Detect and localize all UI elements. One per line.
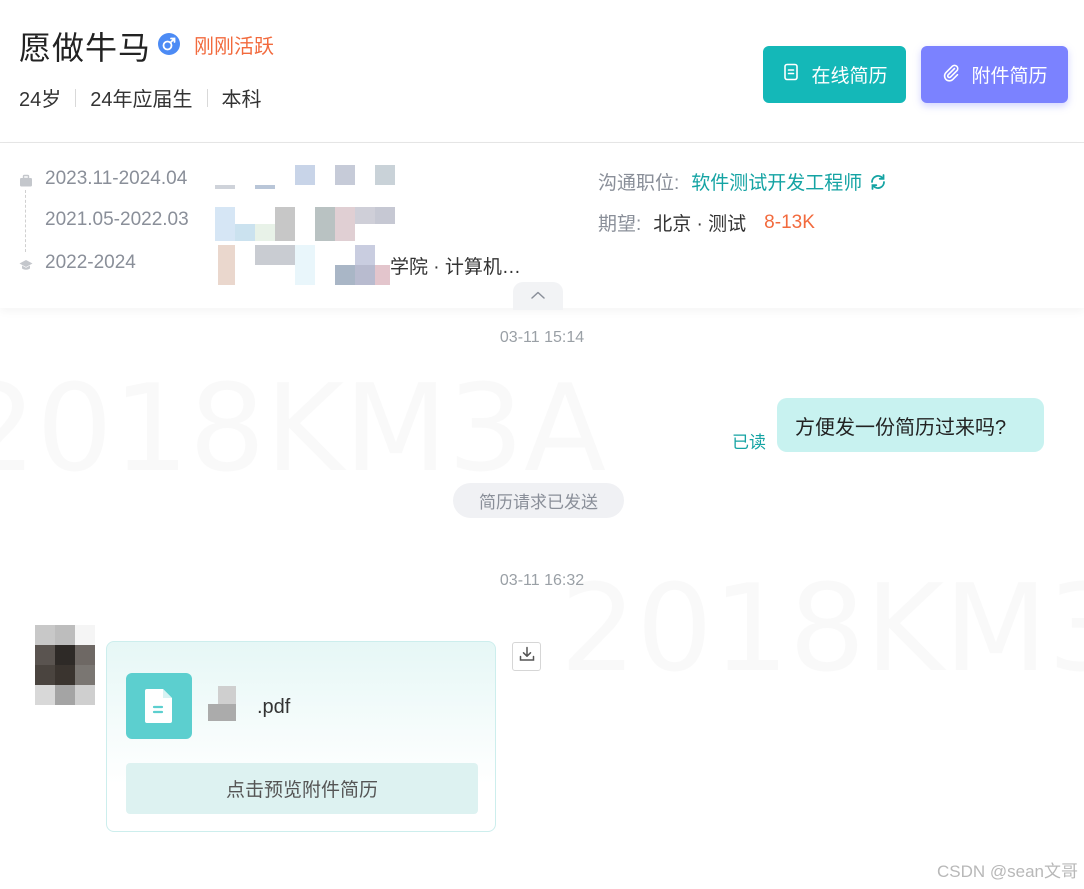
redacted-company-name bbox=[215, 163, 395, 193]
collapse-toggle[interactable] bbox=[513, 282, 563, 310]
chat-timestamp: 03-11 16:32 bbox=[499, 572, 585, 589]
system-notice: 简历请求已发送 bbox=[453, 483, 624, 518]
candidate-meta: 24岁 24年应届生 本科 bbox=[19, 83, 262, 112]
activity-status: 刚刚活跃 bbox=[194, 36, 274, 58]
education-row: 2022-2024 bbox=[19, 252, 136, 274]
school-detail: 学院 · 计算机… bbox=[390, 252, 521, 279]
chevron-up-icon bbox=[530, 287, 546, 305]
chat-area: 03-11 15:14 已读 方便发一份简历过来吗? 简历请求已发送 03-11… bbox=[0, 308, 1084, 889]
read-status: 已读 bbox=[732, 433, 766, 452]
expected-salary: 8-13K bbox=[764, 211, 815, 233]
experience-row: 2023.11-2024.04 bbox=[19, 168, 187, 190]
document-icon bbox=[126, 673, 192, 739]
redacted-school-name bbox=[218, 243, 390, 285]
candidate-info-panel: 2023.11-2024.04 2021.05-2022.03 2022-202… bbox=[0, 143, 1084, 310]
divider bbox=[206, 88, 208, 107]
candidate-name: 愿做牛马 bbox=[19, 30, 152, 66]
divider bbox=[75, 88, 77, 107]
avatar[interactable] bbox=[35, 625, 95, 705]
timeline-line bbox=[25, 190, 26, 252]
candidate-header: 愿做牛马 刚刚活跃 24岁 24年应届生 本科 在线简历 附件简历 bbox=[0, 0, 1084, 143]
age-label: 24岁 bbox=[19, 89, 62, 111]
expectation-value: 北京 · 测试 bbox=[653, 214, 747, 235]
expectation-row: 期望: 北京 · 测试 8-13K bbox=[598, 209, 815, 236]
attachment-resume-button[interactable]: 附件简历 bbox=[921, 46, 1068, 103]
experience-row: 2021.05-2022.03 bbox=[45, 209, 189, 231]
school-detail-text: 学院 · 计算机… bbox=[390, 257, 521, 278]
graduation-label: 24年应届生 bbox=[90, 89, 193, 111]
download-button[interactable] bbox=[512, 642, 541, 671]
position-row: 沟通职位: 软件测试开发工程师 bbox=[598, 168, 888, 195]
experience-period: 2021.05-2022.03 bbox=[45, 209, 189, 230]
outgoing-message-bubble[interactable]: 方便发一份简历过来吗? bbox=[777, 398, 1044, 452]
chat-timestamp: 03-11 15:14 bbox=[499, 329, 585, 346]
online-resume-label: 在线简历 bbox=[811, 66, 888, 87]
attachment-resume-label: 附件简历 bbox=[971, 66, 1048, 87]
csdn-watermark: CSDN @sean文哥 bbox=[936, 862, 1078, 881]
degree-label: 本科 bbox=[221, 89, 262, 111]
redacted-company-name bbox=[215, 207, 395, 241]
male-symbol-icon bbox=[158, 33, 180, 55]
message-text: 方便发一份简历过来吗? bbox=[795, 416, 1007, 439]
download-icon bbox=[518, 645, 536, 668]
experience-period: 2023.11-2024.04 bbox=[45, 168, 188, 189]
position-value[interactable]: 软件测试开发工程师 bbox=[691, 168, 862, 195]
position-label: 沟通职位: bbox=[598, 173, 680, 194]
document-icon bbox=[781, 62, 801, 88]
graduation-cap-icon bbox=[19, 256, 33, 270]
expectation-label: 期望: bbox=[598, 214, 642, 235]
education-period: 2022-2024 bbox=[45, 252, 136, 273]
online-resume-button[interactable]: 在线简历 bbox=[763, 46, 906, 103]
paperclip-icon bbox=[941, 62, 961, 88]
briefcase-icon bbox=[19, 172, 33, 187]
file-name: .pdf bbox=[257, 696, 291, 718]
refresh-icon[interactable] bbox=[868, 172, 888, 192]
preview-resume-button[interactable]: 点击预览附件简历 bbox=[126, 763, 478, 814]
resume-attachment-card[interactable]: .pdf 点击预览附件简历 bbox=[106, 641, 496, 832]
redacted-file-name bbox=[208, 686, 238, 721]
